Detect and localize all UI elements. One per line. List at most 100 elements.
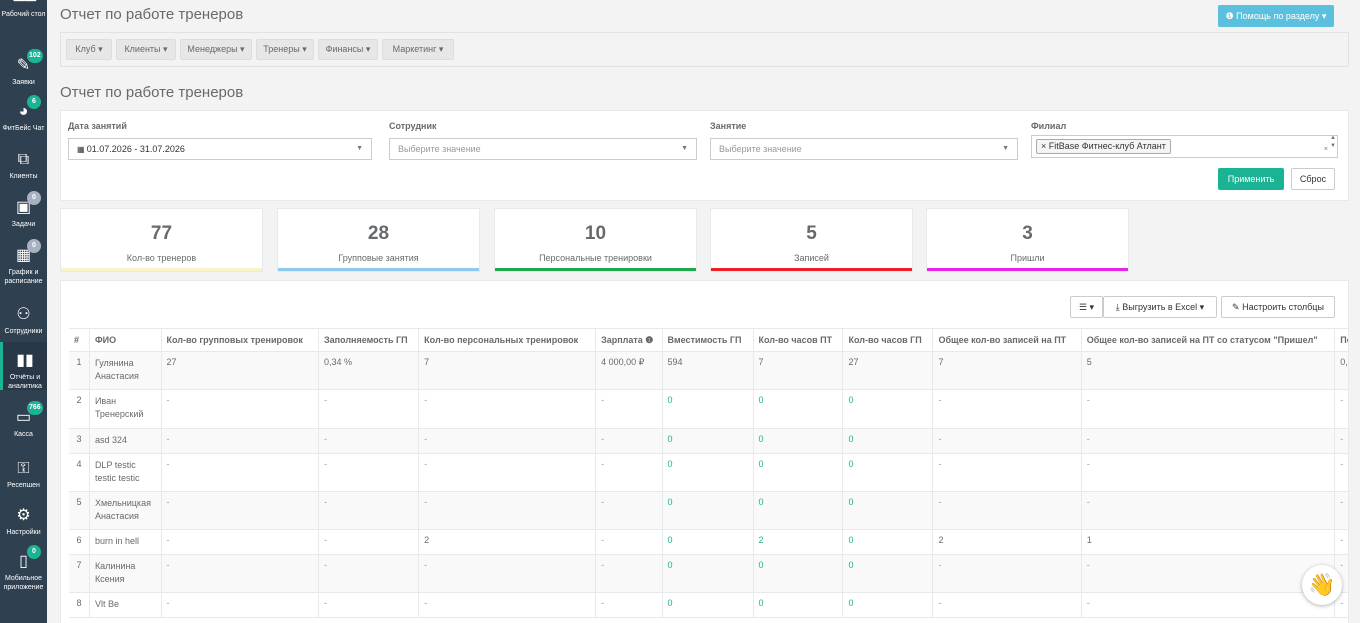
column-header[interactable]: Зарплата ❶ [595,328,663,352]
notification-badge: 0 [27,545,41,559]
column-header[interactable]: Кол-во часов ПТ [753,328,844,352]
stat-value: 5 [806,223,817,244]
desktop-icon: ▀▀ [13,0,37,10]
sidebar-item-0[interactable]: ▀▀ Рабочий стол [0,0,47,44]
waving-hand-icon[interactable]: 👋 [1302,565,1342,605]
table-cell: - [1081,453,1336,492]
date-range-picker[interactable]: ▦ 01.07.2026 - 31.07.2026 ▼ [68,138,372,160]
table-cell: 0 [662,453,754,492]
sidebar-item-label: Отчёты и аналитика [8,374,42,390]
sidebar-item-label: Ресепшен [7,482,40,489]
table-cell: - [595,554,663,593]
sidebar-item-2[interactable]: ◕ ФитБейс Чат 6 [0,93,47,137]
table-cell: - [932,491,1082,530]
table-row[interactable]: 2 Иван Тренерский - - - -0 0 0- - - [69,389,1348,429]
table-row[interactable]: 7 Калинина Ксения - - - -0 0 0- - - [69,554,1348,593]
table-cell: - [318,389,420,429]
table-cell: 7 [753,351,844,390]
table-cell: - [418,389,597,429]
gears-icon: ⚙ [16,507,31,524]
table-cell: 0 [842,592,934,618]
table-cell: - [932,592,1082,618]
column-header[interactable]: Посе [1334,328,1348,352]
nav-trainers[interactable]: Тренеры ▾ [256,39,314,60]
sidebar-item-5[interactable]: ▦ График и расписание 0 [0,237,47,285]
nav-marketing[interactable]: Маркетинг ▾ [382,39,454,60]
table-cell: - [595,389,663,429]
filter-panel: Дата занятий ▦ 01.07.2026 - 31.07.2026 ▼… [60,110,1349,201]
branch-select[interactable]: × FitBase Фитнес-клуб Атлант × ▲ ▼ [1031,135,1338,158]
branch-tag[interactable]: × FitBase Фитнес-клуб Атлант [1036,139,1171,154]
column-header[interactable]: Общее кол-во записей на ПТ со статусом "… [1081,328,1336,352]
sidebar-item-10[interactable]: ⚙ Настройки [0,497,47,541]
table-row[interactable]: 3 asd 324- - - -0 0 0- - - [69,428,1348,454]
export-excel-button[interactable]: ⤓ Выгрузить в Excel ▾ [1103,296,1217,318]
notification-badge: 6 [27,95,41,109]
scroll-arrows-icon[interactable]: ▲ ▼ [1330,134,1336,150]
table-cell: 1 [69,351,90,390]
table-cell: - [318,453,420,492]
stat-caption: Групповые занятия [338,253,419,263]
column-header[interactable]: Вместимость ГП [662,328,754,352]
table-cell: 0 [842,491,934,530]
report-title: Отчет по работе тренеров [60,84,244,101]
nav-finance[interactable]: Финансы ▾ [318,39,378,60]
chart-icon: ▮▮ [16,352,34,369]
table-cell: burn in hell [89,529,162,555]
column-header[interactable]: Общее кол-во записей на ПТ [932,328,1082,352]
table-row[interactable]: 1 Гулянина Анастасия 27 0,34 % 7 4 000,00 ₽59… [69,351,1348,390]
table-cell: - [932,428,1082,454]
clear-icon[interactable]: × [1324,140,1328,160]
nav-managers[interactable]: Менеджеры ▾ [180,39,252,60]
notification-badge: 766 [27,401,43,415]
table-cell: - [1334,428,1348,454]
table-cell: - [1081,428,1336,454]
table-row[interactable]: 4 DLP testic testic testic - - - -0 0 0- - - [69,453,1348,492]
column-header[interactable]: ФИО [89,328,162,352]
employee-select[interactable]: Выберите значение ▼ [389,138,697,160]
staff-icon: ⚇ [16,306,31,323]
configure-columns-button[interactable]: ✎ Настроить столбцы [1221,296,1335,318]
key-icon: ⚿ [17,460,30,477]
table-cell: - [1334,529,1348,555]
table-cell: - [161,554,319,593]
sidebar-item-1[interactable]: ✎ Заявки 102 [0,47,47,91]
table-cell: - [595,592,663,618]
table-cell: 0 [753,554,844,593]
notification-badge: 0 [27,191,41,205]
sidebar-item-label: ФитБейс Чат [2,125,45,132]
column-header[interactable]: Заполняемость ГП [318,328,420,352]
reset-button[interactable]: Сброс [1291,168,1335,190]
stat-color-bar [278,268,479,271]
sidebar-item-9[interactable]: ⚿ Ресепшен [0,450,47,494]
sidebar-item-7[interactable]: ▮▮ Отчёты и аналитика [0,342,47,390]
nav-club[interactable]: Клуб ▾ [66,39,112,60]
column-header[interactable]: Кол-во групповых тренировок [161,328,319,352]
column-header[interactable]: Кол-во персональных тренировок [418,328,597,352]
table-cell: - [932,554,1082,593]
sidebar-item-label: Мобильное приложение [3,575,44,591]
stat-group-classes: 28 Групповые занятия [277,208,480,272]
table-cell: 2 [932,529,1082,555]
nav-clients[interactable]: Клиенты ▾ [116,39,176,60]
sidebar-item-4[interactable]: ▣ Задачи 0 [0,189,47,233]
sidebar-item-11[interactable]: ▯ Мобильное приложение 0 [0,543,47,591]
table-cell: 8 [69,592,90,618]
lesson-select[interactable]: Выберите значение ▼ [710,138,1018,160]
columns-toggle-button[interactable]: ☰ ▾ [1070,296,1103,318]
column-header[interactable]: # [69,328,90,352]
table-cell: 2 [753,529,844,555]
table-row[interactable]: 5 Хмельницкая Анастасия - - - -0 0 0- - - [69,491,1348,530]
table-cell: 5 [69,491,90,530]
sidebar-item-6[interactable]: ⚇ Сотрудники [0,296,47,340]
sidebar-item-3[interactable]: ⧉ Клиенты [0,141,47,185]
table-cell: 0 [662,554,754,593]
help-button[interactable]: ❶ Помощь по разделу ▾ [1218,5,1334,27]
column-header[interactable]: Кол-во часов ГП [842,328,934,352]
apply-button[interactable]: Применить [1218,168,1284,190]
table-row[interactable]: 8 Vlt Be - - - -0 0 0- - - [69,592,1348,618]
sidebar-item-8[interactable]: ▭ Касса 766 [0,399,47,443]
table-row[interactable]: 6 burn in hell - -2-0 2 0 2 1- [69,529,1348,555]
table-cell: 2 [69,389,90,429]
table-cell: - [161,453,319,492]
